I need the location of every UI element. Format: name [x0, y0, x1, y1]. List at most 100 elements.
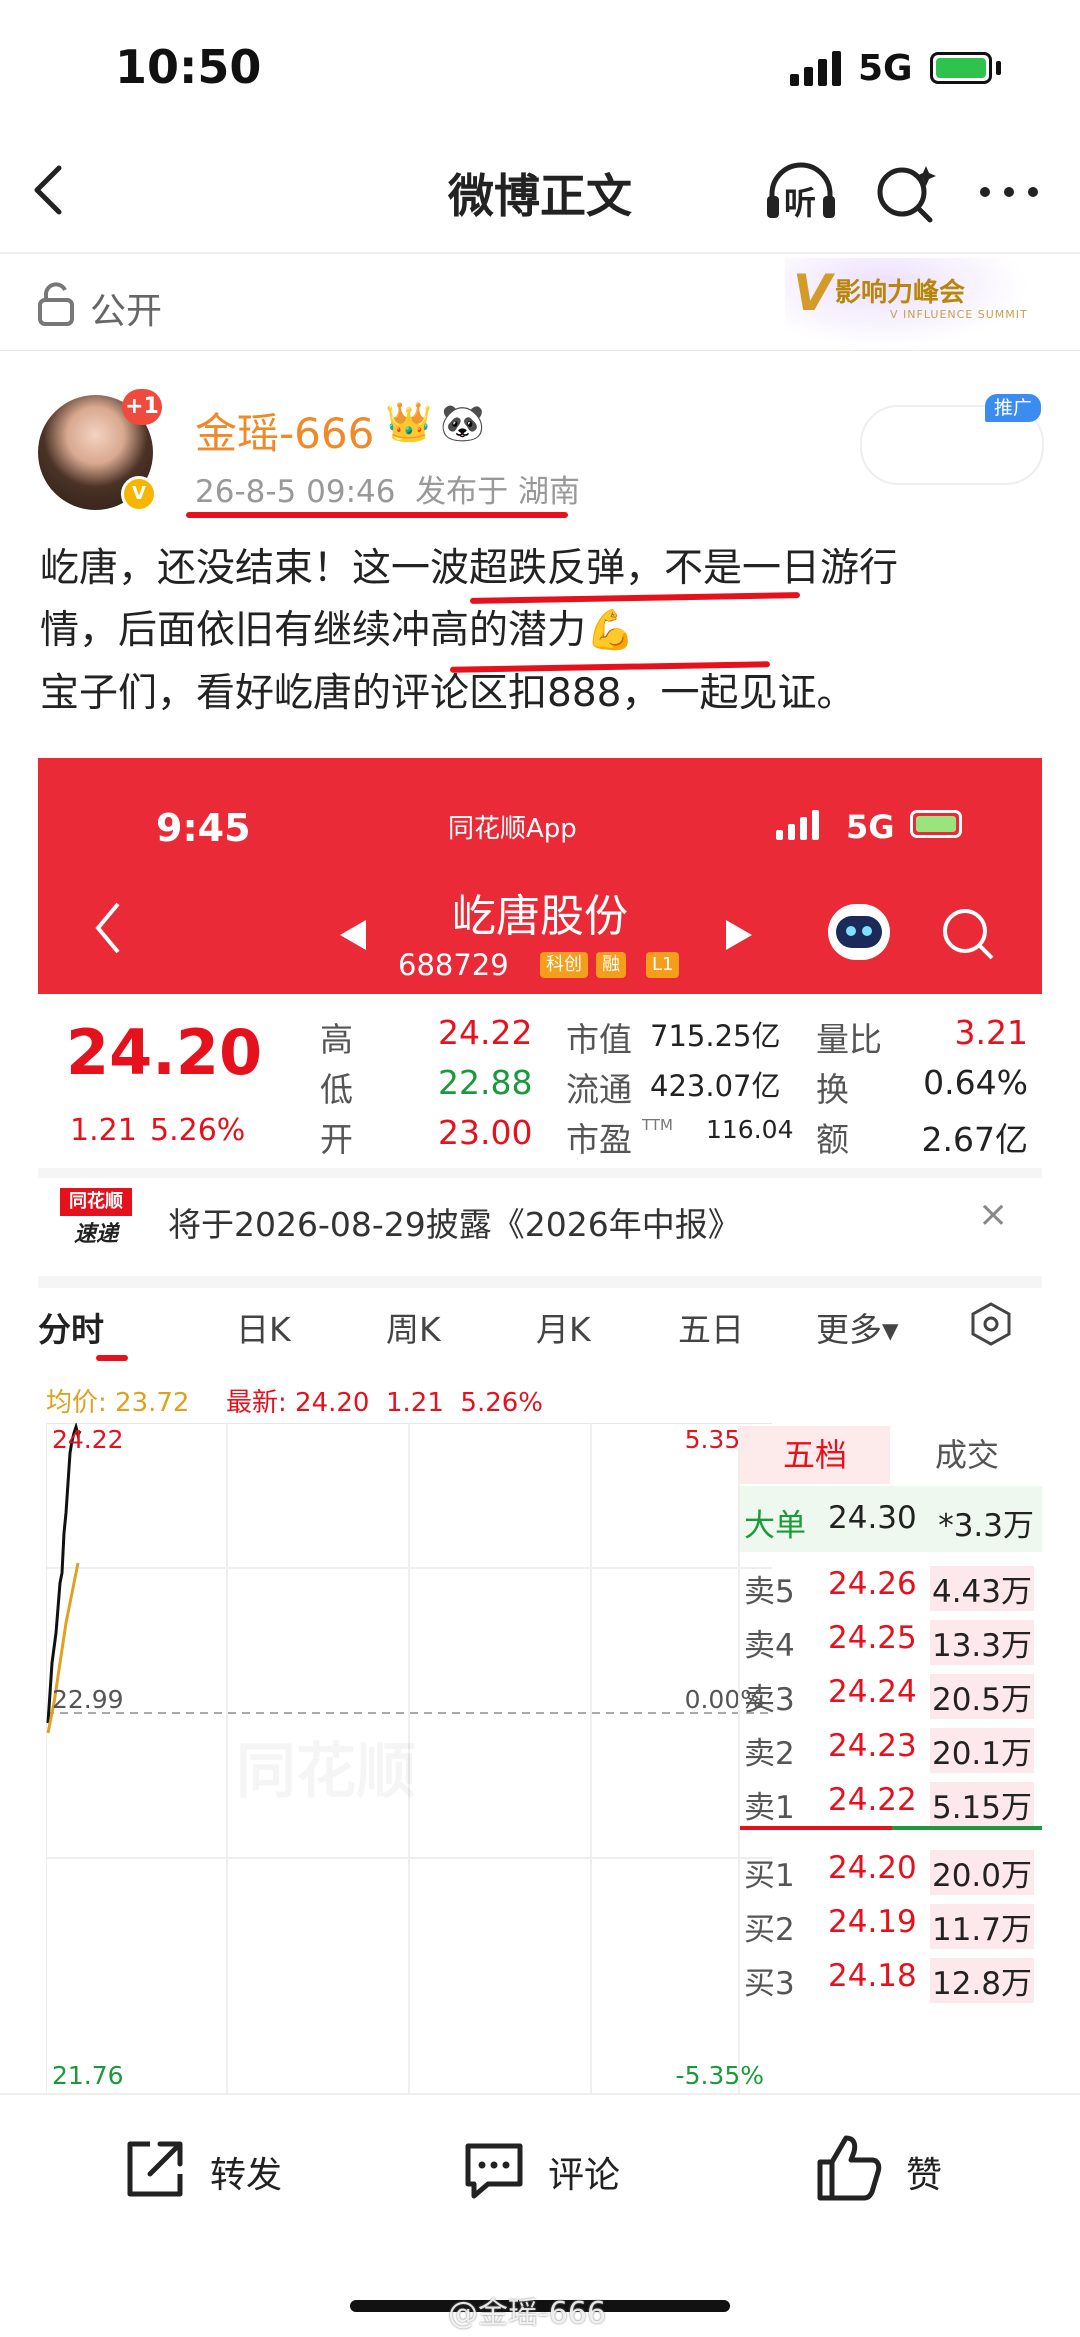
summit-title: 影响力峰会: [835, 278, 966, 308]
tab-day-k[interactable]: 日K: [236, 1303, 291, 1351]
lock-icon: [36, 280, 76, 326]
order-level-label: 卖5: [744, 1574, 795, 1610]
quote-label: 市盈: [566, 1120, 632, 1159]
quote-value: 3.21: [954, 1013, 1028, 1052]
tab-fenshi[interactable]: 分时: [38, 1303, 104, 1351]
order-level-label: 卖3: [744, 1682, 795, 1718]
action-bar-divider: [0, 2093, 1080, 2095]
quote-value: 23.00: [438, 1113, 533, 1152]
summit-subtitle: V INFLUENCE SUMMIT: [890, 308, 1028, 321]
book-divider-green: [892, 1826, 1042, 1830]
repost-icon: [127, 2141, 183, 2197]
chart-tabs: 分时 日K 周K 月K 五日 更多▾: [38, 1293, 1042, 1363]
quote-label: 量比: [816, 1020, 882, 1059]
tab-week-k[interactable]: 周K: [386, 1303, 441, 1351]
embedded-app-name: 同花顺App: [448, 814, 577, 844]
quote-value: 22.88: [438, 1063, 533, 1102]
order-book-row: 卖4 24.25 13.3万: [740, 1608, 1042, 1670]
quote-value: 2.67亿: [921, 1120, 1028, 1159]
panda-icon: 🐼: [440, 403, 485, 444]
order-book-row: 卖5 24.26 4.43万: [740, 1554, 1042, 1616]
big-order-volume: *3.3万: [938, 1508, 1034, 1544]
next-stock-icon: [726, 920, 752, 950]
notice-logo: 同花顺 速递: [60, 1188, 132, 1254]
tab-more[interactable]: 更多▾: [816, 1303, 899, 1351]
order-volume: 20.5万: [929, 1674, 1034, 1719]
ad-tag: 推广: [985, 394, 1041, 422]
section-gap: [38, 1276, 1042, 1288]
order-level-label: 卖2: [744, 1736, 795, 1772]
ttm-sup: TTM: [642, 1116, 674, 1134]
quote-label: 高: [320, 1020, 353, 1059]
summit-logo: V: [793, 264, 832, 322]
embedded-search-icon: [943, 909, 994, 960]
crown-icon: 👑: [385, 400, 433, 444]
order-price: 24.22: [828, 1782, 917, 1818]
network-type: 5G: [858, 48, 913, 89]
listen-button[interactable]: 听: [762, 160, 840, 226]
order-book-row: 卖3 24.24 20.5万: [740, 1662, 1042, 1724]
visibility-label: 公开: [90, 291, 163, 332]
order-volume: 20.0万: [929, 1850, 1034, 1895]
chart-watermark: 同花顺: [236, 1723, 416, 1810]
notice-logo-top: 同花顺: [60, 1188, 132, 1216]
comment-icon: [465, 2143, 523, 2199]
order-price: 24.25: [828, 1620, 917, 1656]
notice-text[interactable]: 将于2026-08-29披露《2026年中报》: [168, 1198, 741, 1246]
book-divider-red: [740, 1826, 892, 1830]
username[interactable]: 金瑶-666: [195, 400, 374, 461]
nav-divider: [0, 252, 1080, 254]
like-label: 赞: [906, 2155, 943, 2196]
repost-label: 转发: [210, 2155, 283, 2196]
stock-code: 688729: [398, 948, 509, 982]
thumbs-up-icon: [817, 2135, 882, 2201]
search-button[interactable]: [872, 160, 940, 226]
quote-value: 423.07亿: [650, 1069, 781, 1103]
quote-label: 额: [816, 1120, 849, 1159]
weibo-watermark: @金瑶-666: [448, 2296, 607, 2331]
chart-base-label: 22.99: [52, 1685, 124, 1714]
price-change-pct: 5.26%: [150, 1113, 246, 1148]
order-level-label: 卖1: [744, 1790, 795, 1826]
like-button[interactable]: 赞: [812, 2128, 972, 2208]
chart-high-label: 24.22: [52, 1425, 124, 1454]
more-button[interactable]: [975, 170, 1043, 214]
notice-logo-bottom: 速递: [73, 1222, 118, 1247]
order-tab-trades[interactable]: 成交: [890, 1426, 1042, 1484]
embedded-time: 9:45: [156, 806, 251, 850]
order-price: 24.18: [828, 1958, 917, 1994]
post-text-line3: 宝子们，看好屹唐的评论区扣888，一起见证。: [40, 671, 856, 716]
embedded-screenshot[interactable]: 9:45 同花顺App 5G 屹唐股份 688729 科创 融 L1 24.20…: [38, 758, 1042, 2093]
order-price: 24.19: [828, 1904, 917, 1940]
order-book-row: 卖1 24.22 5.15万: [740, 1770, 1042, 1832]
post-text-line2: 情，后面依旧有继续冲高的潜力💪: [40, 608, 635, 653]
price-change: 1.21: [70, 1113, 137, 1148]
stock-header: 9:45 同花顺App 5G 屹唐股份 688729 科创 融 L1: [38, 758, 1042, 994]
order-level-label: 买3: [744, 1966, 795, 2002]
listen-label: 听: [784, 184, 817, 222]
order-level-label: 卖4: [744, 1628, 795, 1664]
quote-label: 开: [320, 1120, 353, 1159]
order-book-row: 卖2 24.23 20.1万: [740, 1716, 1042, 1778]
quote-value: 24.22: [438, 1013, 533, 1052]
robot-icon: [828, 904, 890, 960]
status-time: 10:50: [115, 40, 262, 94]
order-level-label: 买1: [744, 1858, 795, 1894]
order-volume: 4.43万: [929, 1566, 1034, 1611]
settings-hex-icon[interactable]: [968, 1301, 1014, 1347]
order-book-row: 买2 24.19 11.7万: [740, 1892, 1042, 1954]
quote-label: 流通: [566, 1070, 632, 1109]
order-level-label: 买2: [744, 1912, 795, 1948]
order-price: 24.24: [828, 1674, 917, 1710]
tab-five-day[interactable]: 五日: [678, 1303, 744, 1351]
post-text-line1: 屹唐，还没结束！这一波超跌反弹，不是一日游行: [40, 546, 899, 591]
notice-close-button[interactable]: ×: [978, 1194, 1008, 1235]
quote-label: 换: [816, 1070, 849, 1109]
repost-button[interactable]: 转发: [120, 2130, 320, 2210]
comment-button[interactable]: 评论: [458, 2130, 658, 2210]
tab-month-k[interactable]: 月K: [536, 1303, 591, 1351]
embedded-network: 5G: [846, 808, 895, 846]
intraday-chart[interactable]: 同花顺 24.22 5.35% 22.99 0.00% 21.76 -5.35%: [45, 1421, 772, 2093]
order-tab-five[interactable]: 五档: [740, 1426, 890, 1484]
order-book-row: 买1 24.20 20.0万: [740, 1838, 1042, 1900]
